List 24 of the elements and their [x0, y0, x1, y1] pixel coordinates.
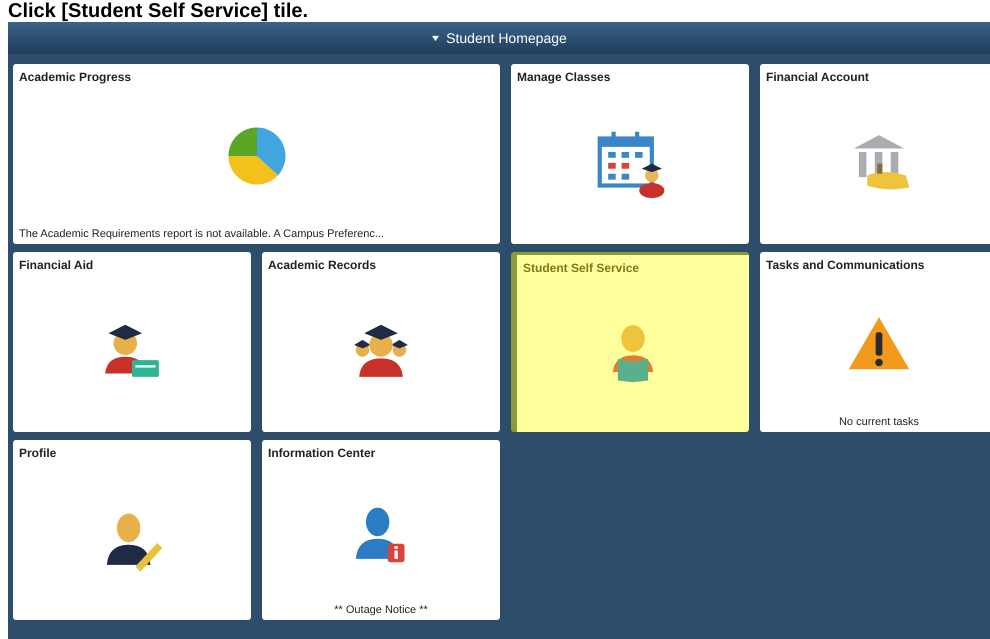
tile[interactable]: Profile	[13, 440, 251, 620]
tile-note: ** Outage Notice **	[333, 604, 429, 616]
homepage-title[interactable]: Student Homepage	[446, 30, 567, 46]
tile[interactable]: Financial Aid	[13, 252, 251, 432]
tile-title: Academic Records	[268, 258, 378, 272]
tile[interactable]: Financial Account	[760, 64, 990, 244]
tile-title: Manage Classes	[517, 70, 612, 84]
tile[interactable]: Academic Records	[262, 252, 500, 432]
tile-title: Academic Progress	[19, 70, 132, 84]
tile[interactable]: Student Self Service	[511, 252, 749, 432]
tile[interactable]: Manage Classes	[511, 64, 749, 244]
tile-title: Financial Account	[766, 70, 870, 84]
tile-note: No current tasks	[838, 416, 920, 428]
tile[interactable]: Tasks and Communications No current tasks	[760, 252, 990, 432]
caret-icon[interactable]	[431, 34, 440, 42]
tile-title: Tasks and Communications	[766, 258, 926, 272]
tile-title: Profile	[19, 446, 58, 460]
tile[interactable]: Information Center ** Outage Notice **	[262, 440, 500, 620]
tile[interactable]: Academic Progress The Academic Requirements report is not available. A Campus Preferenc...	[13, 64, 500, 244]
tile-title: Financial Aid	[19, 258, 94, 272]
tile-title: Information Center	[268, 446, 376, 460]
instruction-text: Click [Student Self Service] tile.	[7, 0, 310, 22]
tile-title: Student Self Service	[523, 261, 640, 275]
tile-note: The Academic Requirements report is not available. A Campus Preferenc...	[19, 228, 386, 240]
